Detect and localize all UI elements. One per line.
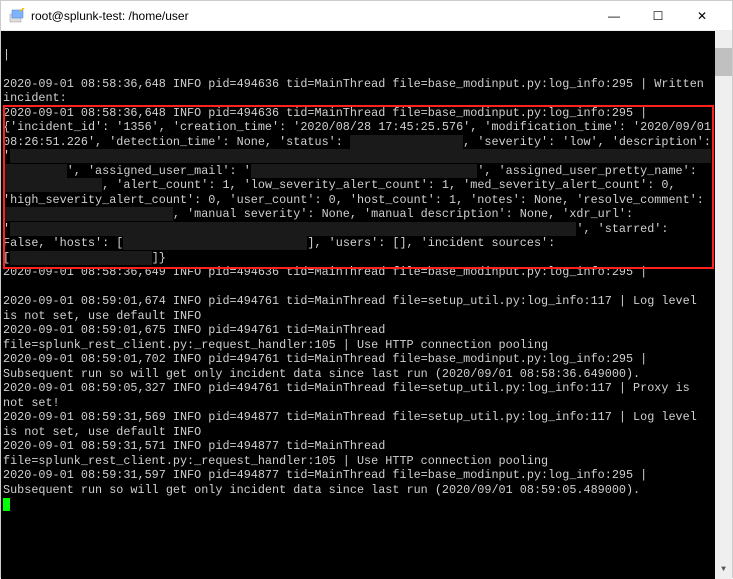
log-line: 2020-09-01 08:59:01,702 INFO pid=494761 … [3,352,654,381]
close-button[interactable]: ✕ [680,1,724,31]
terminal-cursor [3,498,10,511]
terminal-output: | 2020-09-01 08:58:36,648 INFO pid=49463… [3,48,732,512]
title-bar: root@splunk-test: /home/user — ☐ ✕ [1,1,732,31]
scroll-down-arrow[interactable]: ▼ [715,562,732,579]
log-line: 2020-09-01 08:59:31,597 INFO pid=494877 … [3,468,654,497]
redacted-text: xxxxxxxxxxxxxx [3,178,102,192]
window-controls: — ☐ ✕ [592,1,724,31]
scrollbar[interactable]: ▲ ▼ [715,31,732,579]
log-line: ]} [152,251,166,265]
log-line: 2020-09-01 08:59:31,569 INFO pid=494877 … [3,410,704,439]
log-line: 2020-09-01 08:58:36,648 INFO pid=494636 … [3,77,711,106]
terminal[interactable]: | 2020-09-01 08:58:36,648 INFO pid=49463… [1,31,732,579]
redacted-text: xxxxxxxxxxxxxxxxxxxxxxxx [3,207,173,221]
log-line: 2020-09-01 08:58:36,649 INFO pid=494636 … [3,265,647,279]
redacted-text: xxxxxxxxxxxxxxxxxxxxxxxxxxxxxxxx [251,164,478,178]
log-line: 2020-09-01 08:59:01,675 INFO pid=494761 … [3,323,548,352]
log-line: ', 'assigned_user_mail': ' [67,164,251,178]
log-line: 2020-09-01 08:59:01,674 INFO pid=494761 … [3,294,704,323]
minimize-button[interactable]: — [592,1,636,31]
redacted-text: xxxxxxxxxxxxxxxxxxxxxxxxxx [123,236,307,250]
redacted-text: xxxxxxxxxxxxxxxxxxxx [10,251,152,265]
redacted-text: xxxxxxxxxxxxxxxx [350,135,463,149]
window-title: root@splunk-test: /home/user [31,9,592,23]
scroll-track[interactable] [715,48,732,562]
log-line: 2020-09-01 08:59:31,571 INFO pid=494877 … [3,439,548,468]
log-line: ', 'assigned_user_pretty_name': [477,164,704,178]
log-line: , 'alert_count': 1, 'low_severity_alert_… [3,178,711,207]
scroll-thumb[interactable] [715,48,732,76]
maximize-button[interactable]: ☐ [636,1,680,31]
log-line: | [3,48,10,62]
redacted-text: xxxxxxxxxxxxxxxxxxxxxxxxxxxxxxxxxxxxxxxx… [10,222,576,236]
log-line: 2020-09-01 08:59:05,327 INFO pid=494761 … [3,381,697,410]
putty-icon [9,8,25,24]
